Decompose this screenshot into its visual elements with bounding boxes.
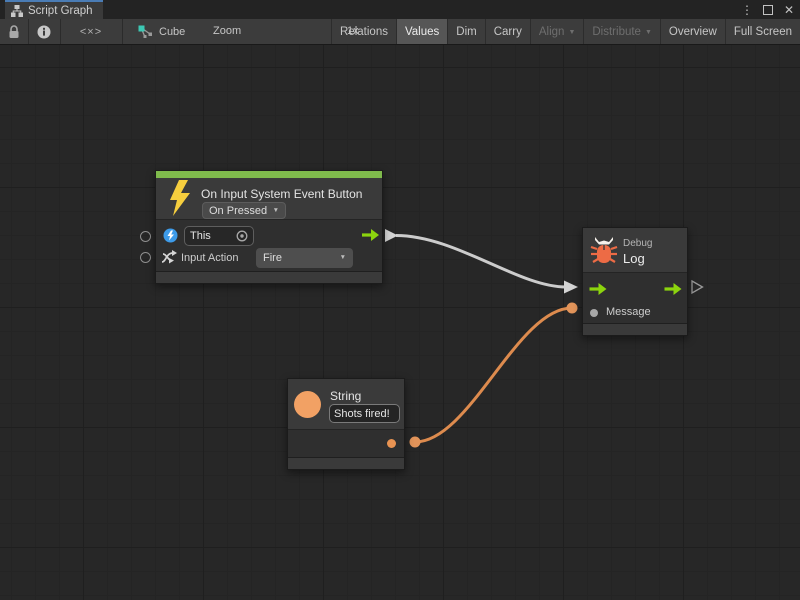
object-picker-icon[interactable] [236, 230, 248, 242]
graph-canvas[interactable]: On Input System Event Button On Pressed … [0, 45, 800, 600]
string-output-dot[interactable] [387, 439, 396, 448]
string-node-header: String Shots fired! [288, 379, 404, 429]
event-node-port-circle[interactable] [140, 231, 151, 242]
window-controls: ⋮ ✕ [740, 0, 796, 19]
input-action-dropdown[interactable]: Fire ▼ [256, 248, 353, 268]
tab-script-graph[interactable]: Script Graph [5, 0, 103, 19]
string-node-footer [288, 457, 404, 469]
graph-pointer-icon [138, 25, 153, 38]
event-mode-dropdown[interactable]: On Pressed ▼ [202, 202, 286, 219]
overview-button[interactable]: Overview [660, 19, 725, 44]
debug-node-category: Debug [623, 238, 652, 249]
toolbar-separator [122, 19, 123, 44]
close-icon[interactable]: ✕ [782, 3, 796, 17]
lock-button[interactable] [0, 19, 28, 44]
info-button[interactable] [28, 19, 60, 44]
chevron-down-icon: ▼ [273, 207, 279, 215]
chevron-down-icon: ▼ [568, 28, 575, 36]
relations-button[interactable]: Relations [331, 19, 396, 44]
flow-output-arrow-icon[interactable] [664, 283, 682, 295]
string-node[interactable]: String Shots fired! [287, 378, 405, 470]
string-node-title: String [330, 389, 361, 403]
chevron-down-icon: ▼ [340, 254, 346, 262]
debug-node-header: Debug Log [583, 228, 687, 272]
debug-node-title: Log [623, 251, 645, 266]
window-menu-icon[interactable]: ⋮ [740, 3, 754, 17]
value-wire[interactable] [415, 308, 572, 442]
values-button[interactable]: Values [396, 19, 447, 44]
flow-output-arrow-icon[interactable] [362, 229, 379, 241]
embed-code-button[interactable]: <×> [60, 19, 122, 44]
flow-input-arrow-icon[interactable] [589, 283, 607, 295]
input-action-icon [161, 249, 178, 266]
this-field[interactable]: This [184, 226, 254, 246]
event-node-body: This Input Action [156, 219, 382, 271]
message-port-dot[interactable] [590, 309, 598, 317]
event-accent-bar [156, 171, 382, 178]
value-wire-end-dot [567, 303, 578, 314]
dim-button[interactable]: Dim [447, 19, 484, 44]
target-name: Cube [159, 26, 185, 38]
align-button[interactable]: Align▼ [530, 19, 584, 44]
control-wire-start-arrow [385, 229, 398, 242]
tab-label: Script Graph [28, 5, 93, 17]
string-type-icon [294, 391, 321, 418]
title-bar: Script Graph ⋮ ✕ [0, 0, 800, 19]
event-node-header: On Input System Event Button On Pressed … [156, 178, 382, 219]
toolbar-buttons: Relations Values Dim Carry Align▼ Distri… [331, 19, 800, 44]
event-node-footer [156, 271, 382, 283]
script-graph-window: Script Graph ⋮ ✕ <×> [0, 0, 800, 600]
debug-log-node[interactable]: Debug Log Message [582, 227, 688, 336]
carry-button[interactable]: Carry [485, 19, 530, 44]
debug-node-footer [583, 323, 687, 335]
chevron-down-icon: ▼ [645, 28, 652, 36]
graph-target[interactable]: Cube [138, 19, 185, 44]
event-node-title: On Input System Event Button [201, 187, 362, 201]
bug-icon [590, 236, 618, 264]
graph-icon [11, 5, 23, 17]
event-node[interactable]: On Input System Event Button On Pressed … [155, 170, 383, 284]
graph-toolbar: <×> Cube Zoom 1x Relations Values Dim Ca… [0, 19, 800, 45]
string-value-field[interactable]: Shots fired! [329, 404, 400, 423]
lock-icon [8, 25, 20, 39]
message-port-label: Message [606, 306, 651, 318]
self-target-icon [163, 228, 178, 243]
maximize-icon[interactable] [763, 5, 773, 15]
value-wire-start-dot [410, 437, 421, 448]
control-wire-end-arrow [564, 281, 578, 294]
flow-out-triangle[interactable] [692, 281, 703, 293]
string-node-body [288, 429, 404, 457]
info-icon [37, 25, 51, 39]
zoom-label: Zoom [213, 25, 241, 37]
control-wire[interactable] [396, 236, 566, 288]
input-action-label: Input Action [181, 252, 239, 264]
event-node-port-circle[interactable] [140, 252, 151, 263]
debug-node-body: Message [583, 272, 687, 323]
lightning-bolt-icon [167, 180, 193, 216]
distribute-button[interactable]: Distribute▼ [583, 19, 660, 44]
full-screen-button[interactable]: Full Screen [725, 19, 800, 44]
code-icon: <×> [80, 26, 102, 38]
